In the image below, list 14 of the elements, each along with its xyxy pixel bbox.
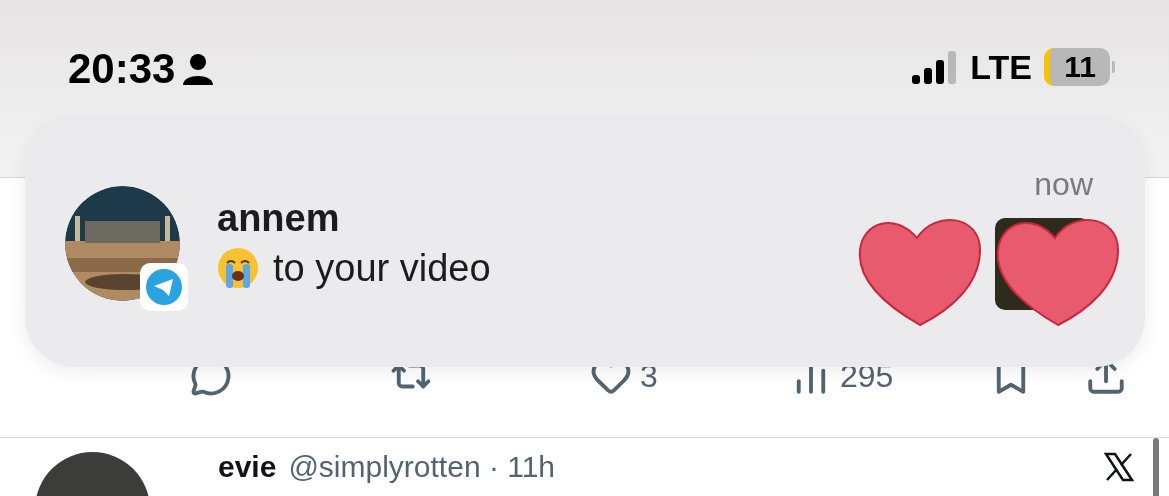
signal-icon [912,49,959,85]
scrollbar [1153,438,1159,496]
status-time: 20:33 [68,48,176,90]
notification-message: to your video [273,248,491,287]
person-icon [183,53,214,85]
battery-indicator: 11 [1044,48,1110,86]
x-logo-icon [1104,452,1134,482]
tweet-handle: @simplyrotten · 11h [288,452,556,482]
paper-plane-icon [146,269,182,305]
display-name: evie [218,452,277,482]
notification-time: now [1034,168,1093,200]
crying-face-icon [217,246,259,289]
sender-name: annem [217,198,341,237]
network-label: LTE [970,50,1032,84]
